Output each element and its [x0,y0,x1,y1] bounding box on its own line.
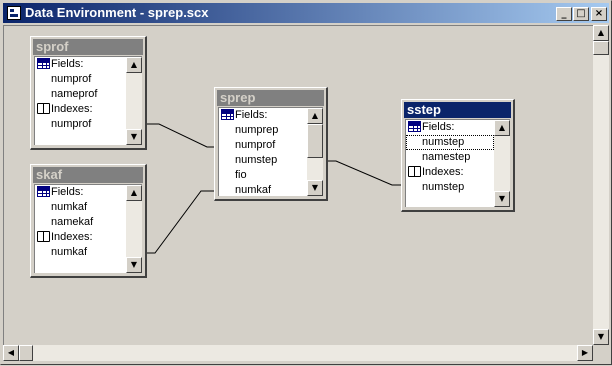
field-namekaf[interactable]: namekaf [35,215,126,230]
size-grip [593,345,609,361]
index-numkaf[interactable]: numkaf [35,245,126,260]
table-sprep-list[interactable]: Fields: numprep numprof numstep fio numk… [218,107,323,196]
table-sprep[interactable]: sprep Fields: numprep numprof numstep fi… [214,87,328,201]
book-icon [408,165,421,177]
field-numkaf[interactable]: numkaf [35,200,126,215]
scroll-up-button[interactable]: ▲ [593,25,609,41]
table-sprep-scroll-thumb[interactable] [307,124,323,158]
table-sprof-list[interactable]: Fields: numprof nameprof Indexes: numpro… [34,56,142,145]
window-system-icon[interactable] [7,6,21,20]
table-sstep-list[interactable]: Fields: numstep namestep Indexes: numste… [405,119,510,207]
scroll-right-button[interactable]: ▶ [577,345,593,361]
fields-header: Fields: [406,120,494,135]
indexes-header: Indexes: [406,165,494,180]
table-grid-icon [37,185,50,197]
index-numstep[interactable]: numstep [406,180,494,195]
field-numstep-selected[interactable]: numstep [406,135,494,150]
vertical-scrollbar[interactable]: ▲ ▼ [593,25,609,345]
index-numprof[interactable]: numprof [35,117,126,132]
fields-header: Fields: [35,185,126,200]
scroll-up-button[interactable]: ▲ [126,57,142,73]
table-skaf-scrollbar[interactable]: ▲ ▼ [126,185,142,273]
scroll-down-button[interactable]: ▼ [494,191,510,207]
table-sprof-scrollbar[interactable]: ▲ ▼ [126,57,142,145]
fields-header: Fields: [35,57,126,72]
table-skaf-list[interactable]: Fields: numkaf namekaf Indexes: numkaf ▲… [34,184,142,273]
field-numstep[interactable]: numstep [219,153,307,168]
field-numprof[interactable]: numprof [35,72,126,87]
scroll-down-button[interactable]: ▼ [126,257,142,273]
field-numprep[interactable]: numprep [219,123,307,138]
scroll-left-button[interactable]: ◀ [3,345,19,361]
scroll-up-button[interactable]: ▲ [126,185,142,201]
table-grid-icon [221,108,234,120]
field-nameprof[interactable]: nameprof [35,87,126,102]
table-skaf-title[interactable]: skaf [33,167,143,183]
maximize-button[interactable]: □ [573,7,589,21]
table-grid-icon [37,57,50,69]
field-numprof[interactable]: numprof [219,138,307,153]
table-sprof[interactable]: sprof Fields: numprof nameprof Indexes: … [30,36,147,150]
table-sprep-scrollbar[interactable]: ▲ ▼ [307,108,323,196]
table-skaf[interactable]: skaf Fields: numkaf namekaf Indexes: num… [30,164,147,278]
indexes-header: Indexes: [35,102,126,117]
table-sprep-title[interactable]: sprep [217,90,324,106]
book-icon [37,230,50,242]
window-title: Data Environment - sprep.scx [25,5,209,20]
close-button[interactable]: × [591,7,607,21]
book-icon [37,102,50,114]
fields-header: Fields: [219,108,307,123]
scroll-down-button[interactable]: ▼ [307,180,323,196]
table-sstep[interactable]: sstep Fields: numstep namestep Indexes: … [401,99,515,212]
scroll-down-button[interactable]: ▼ [593,329,609,345]
vertical-scroll-thumb[interactable] [593,41,609,55]
title-bar[interactable]: Data Environment - sprep.scx _ □ × [3,3,609,23]
field-namestep[interactable]: namestep [406,150,494,165]
scroll-down-button[interactable]: ▼ [126,129,142,145]
minimize-button[interactable]: _ [556,7,572,21]
horizontal-scroll-thumb[interactable] [19,345,33,361]
field-numkaf[interactable]: numkaf [219,183,307,196]
data-environment-window: Data Environment - sprep.scx _ □ × ▲ ▼ ◀… [0,0,612,365]
scroll-up-button[interactable]: ▲ [307,108,323,124]
table-grid-icon [408,120,421,132]
field-fio[interactable]: fio [219,168,307,183]
table-sstep-title[interactable]: sstep [404,102,511,118]
horizontal-scrollbar[interactable]: ◀ ▶ [3,345,593,361]
scroll-up-button[interactable]: ▲ [494,120,510,136]
indexes-header: Indexes: [35,230,126,245]
table-sstep-scrollbar[interactable]: ▲ ▼ [494,120,510,207]
table-sprof-title[interactable]: sprof [33,39,143,55]
